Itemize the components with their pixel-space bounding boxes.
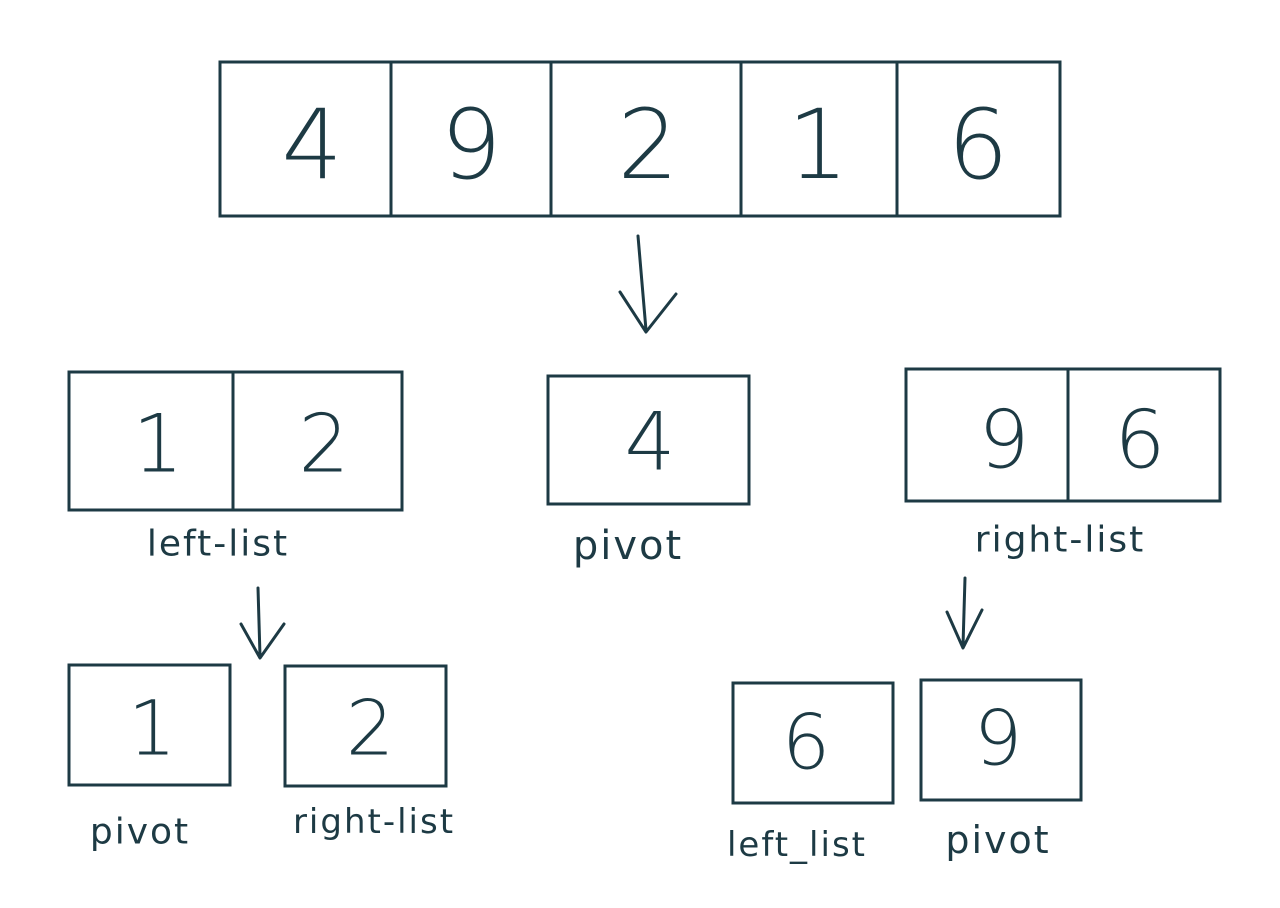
left-list-frame [67,370,404,512]
quicksort-diagram: 4 9 2 1 6 1 2 left-list 4 pivot 9 6 righ… [67,60,1222,865]
down-arrow-icon [239,586,286,660]
level2-left-right-list: 2 right-list [283,664,455,842]
input-cell-value: 9 [440,89,501,201]
input-cell-value: 6 [947,89,1008,201]
level2-right-pivot: 9 pivot [919,678,1083,862]
left-list-cell-value: 6 [782,698,830,787]
pivot-cell-value: 1 [128,684,176,773]
level1-right-list: 9 6 right-list [904,367,1222,561]
level1-left-list: 1 2 left-list [67,370,404,565]
left-list-cell-value: 2 [299,398,350,491]
level2-right-left-list: 6 left_list [727,681,895,865]
pivot-caption: pivot [945,818,1050,862]
pivot-caption: pivot [573,523,683,569]
input-cell-value: 2 [617,89,678,201]
level1-pivot: 4 pivot [546,374,751,569]
down-arrow-icon [618,234,678,334]
right-list-caption: right-list [293,802,455,842]
down-arrow-icon [945,576,984,650]
pivot-cell-value: 9 [974,694,1022,783]
input-cell-value: 4 [281,89,342,201]
right-list-cell-value: 6 [1115,394,1166,487]
right-list-frame [904,367,1222,503]
left-list-caption: left-list [147,524,289,565]
left-list-caption: left_list [727,825,867,865]
left-list-cell-value: 1 [133,398,184,491]
input-cell-value: 1 [787,89,848,201]
right-list-cell-value: 9 [979,394,1030,487]
pivot-cell-value: 4 [625,396,676,489]
level2-left-pivot: 1 pivot [67,663,232,853]
pivot-caption: pivot [90,812,190,853]
input-array: 4 9 2 1 6 [218,60,1062,218]
right-list-caption: right-list [975,520,1145,561]
right-list-cell-value: 2 [346,684,394,773]
